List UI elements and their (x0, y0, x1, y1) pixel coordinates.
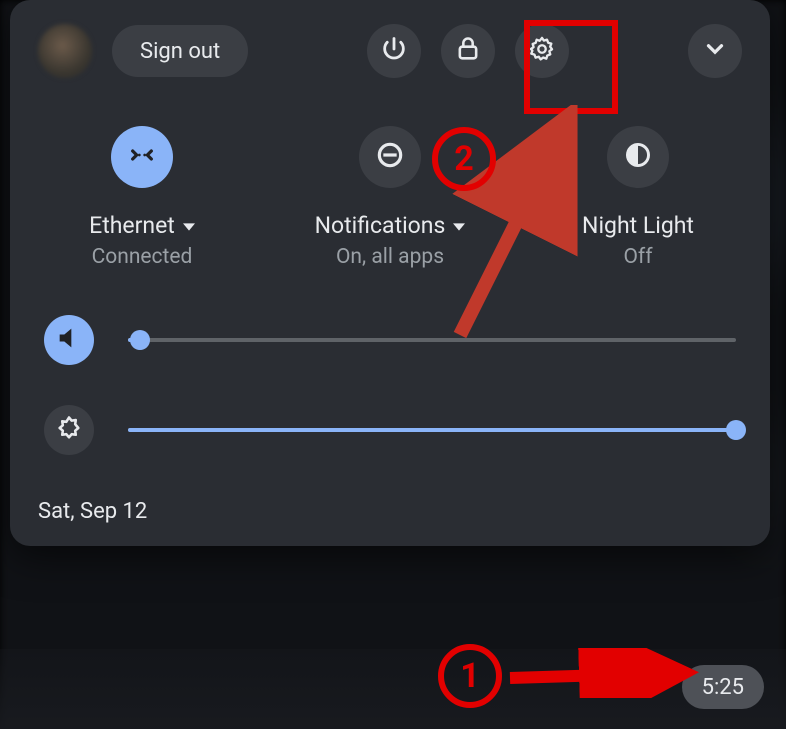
volume-row (38, 315, 742, 365)
network-sub: Connected (42, 245, 242, 269)
volume-mute-button[interactable] (44, 315, 94, 365)
lock-button[interactable] (441, 24, 495, 78)
night-light-title: Night Light (582, 212, 694, 239)
collapse-button[interactable] (688, 24, 742, 78)
status-clock[interactable]: 5:25 (682, 665, 764, 709)
quick-tiles: Ethernet Connected Notifications (38, 126, 742, 269)
date-text: Sat, Sep 12 (38, 499, 742, 524)
dropdown-caret-icon (183, 212, 195, 239)
power-button[interactable] (367, 24, 421, 78)
network-tile: Ethernet Connected (42, 126, 242, 269)
notifications-title: Notifications (315, 212, 446, 239)
quick-settings-panel: Sign out (10, 0, 770, 546)
do-not-disturb-icon (374, 139, 406, 175)
volume-icon (55, 324, 83, 356)
night-light-sub: Off (538, 245, 738, 269)
avatar[interactable] (38, 24, 92, 78)
settings-button[interactable] (515, 24, 569, 78)
network-title-button[interactable]: Ethernet (89, 212, 195, 239)
notifications-title-button[interactable]: Notifications (315, 212, 466, 239)
brightness-icon (55, 414, 83, 446)
network-toggle[interactable] (111, 126, 173, 188)
notifications-tile: Notifications On, all apps (290, 126, 490, 269)
volume-slider[interactable] (128, 338, 736, 342)
brightness-slider[interactable] (128, 428, 736, 432)
night-light-tile: Night Light Off (538, 126, 738, 269)
clock-text: 5:25 (702, 675, 744, 700)
sign-out-button[interactable]: Sign out (112, 25, 248, 77)
power-icon (380, 35, 408, 67)
notifications-toggle[interactable] (359, 126, 421, 188)
night-light-toggle[interactable] (607, 126, 669, 188)
ethernet-icon (126, 139, 158, 175)
lock-icon (454, 35, 482, 67)
dropdown-caret-icon (453, 212, 465, 239)
gear-icon (528, 35, 556, 67)
night-light-icon (622, 139, 654, 175)
chevron-down-icon (702, 36, 728, 66)
sign-out-label: Sign out (140, 39, 220, 64)
top-row: Sign out (38, 24, 742, 78)
brightness-row (38, 405, 742, 455)
network-title: Ethernet (89, 212, 175, 239)
notifications-sub: On, all apps (290, 245, 490, 269)
night-light-title-button[interactable]: Night Light (582, 212, 694, 239)
brightness-button[interactable] (44, 405, 94, 455)
taskbar: 5:25 (0, 649, 786, 729)
